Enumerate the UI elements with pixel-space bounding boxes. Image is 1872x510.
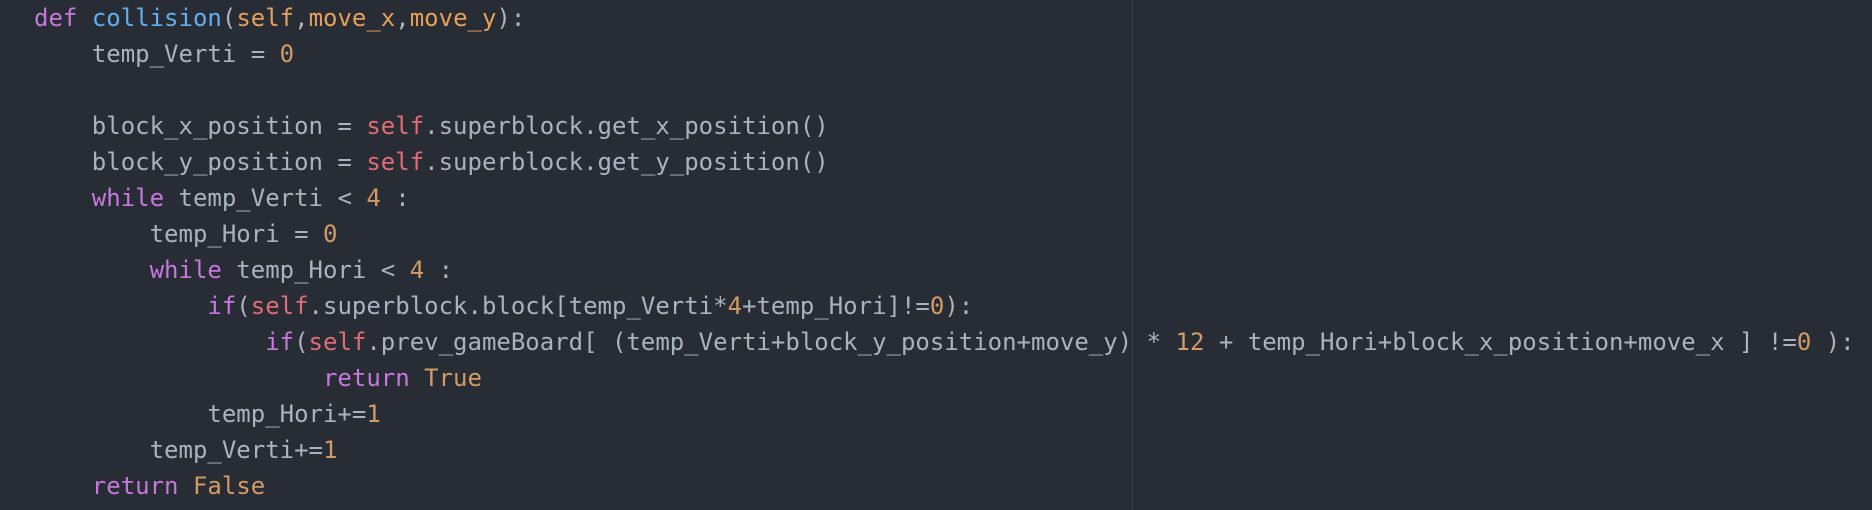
code-line[interactable]: block_y_position = self.superblock.get_y… bbox=[34, 144, 1855, 180]
code-token: move_y bbox=[409, 4, 497, 32]
code-token: temp_Hori < bbox=[221, 256, 410, 284]
code-token: if bbox=[265, 328, 295, 356]
code-token: ): bbox=[944, 292, 974, 320]
code-token: self bbox=[250, 292, 309, 320]
code-token: self bbox=[308, 328, 367, 356]
code-token: False bbox=[192, 472, 266, 500]
code-token: 0 bbox=[1796, 328, 1812, 356]
code-token: temp_Verti < bbox=[164, 184, 367, 212]
code-token: .superblock.get_y_position() bbox=[424, 148, 829, 176]
code-token: collision bbox=[91, 4, 222, 32]
code-area[interactable]: def collision(self,move_x,move_y): temp_… bbox=[34, 0, 1855, 504]
code-line[interactable]: return False bbox=[34, 468, 1855, 504]
code-line[interactable]: while temp_Hori < 4 : bbox=[34, 252, 1855, 288]
code-token: ): bbox=[496, 4, 526, 32]
code-token: , bbox=[395, 4, 410, 32]
code-token: +temp_Hori]!= bbox=[742, 292, 930, 320]
code-token: 4 bbox=[409, 256, 425, 284]
code-line[interactable]: temp_Hori = 0 bbox=[34, 216, 1855, 252]
code-token: : bbox=[424, 256, 454, 284]
code-line[interactable] bbox=[34, 72, 1855, 108]
code-token: : bbox=[380, 184, 410, 212]
code-line[interactable]: if(self.prev_gameBoard[ (temp_Verti+bloc… bbox=[34, 324, 1855, 360]
code-token: block_x_position = bbox=[34, 112, 367, 140]
code-token: .superblock.get_x_position() bbox=[424, 112, 829, 140]
code-token: True bbox=[424, 364, 482, 392]
code-token: ( bbox=[236, 292, 251, 320]
code-token: 1 bbox=[322, 436, 338, 464]
code-line[interactable]: while temp_Verti < 4 : bbox=[34, 180, 1855, 216]
code-token: , bbox=[294, 4, 309, 32]
code-token: 4 bbox=[727, 292, 743, 320]
code-line[interactable]: temp_Hori+=1 bbox=[34, 396, 1855, 432]
code-line[interactable]: if(self.superblock.block[temp_Verti*4+te… bbox=[34, 288, 1855, 324]
code-token: 1 bbox=[366, 400, 381, 428]
code-token: 0 bbox=[929, 292, 945, 320]
code-token: while bbox=[91, 184, 165, 212]
code-editor[interactable]: def collision(self,move_x,move_y): temp_… bbox=[0, 0, 1872, 510]
code-token: temp_Verti+= bbox=[34, 436, 323, 464]
code-token: return bbox=[91, 472, 179, 500]
code-token: 12 bbox=[1175, 328, 1205, 356]
code-line[interactable]: block_x_position = self.superblock.get_x… bbox=[34, 108, 1855, 144]
code-token: temp_Hori = bbox=[34, 220, 323, 248]
code-token: ( bbox=[294, 328, 309, 356]
code-token: if bbox=[207, 292, 237, 320]
code-line[interactable]: temp_Verti = 0 bbox=[34, 36, 1855, 72]
code-token: temp_Hori+= bbox=[34, 400, 367, 428]
code-token: block_y_position = bbox=[34, 148, 367, 176]
code-token: return bbox=[322, 364, 410, 392]
code-token: self bbox=[236, 4, 295, 32]
code-token: temp_Verti = bbox=[34, 40, 280, 68]
code-token: while bbox=[149, 256, 222, 284]
code-line[interactable]: return True bbox=[34, 360, 1855, 396]
code-token: self bbox=[366, 112, 425, 140]
code-token: def bbox=[34, 4, 78, 32]
code-line[interactable]: def collision(self,move_x,move_y): bbox=[34, 0, 1855, 36]
code-token: ): bbox=[1811, 328, 1855, 356]
code-line[interactable]: temp_Verti+=1 bbox=[34, 432, 1855, 468]
code-token: 0 bbox=[279, 40, 295, 68]
code-token: 4 bbox=[366, 184, 381, 212]
code-token: .superblock.block[temp_Verti* bbox=[308, 292, 728, 320]
code-token: .prev_gameBoard[ (temp_Verti+block_y_pos… bbox=[366, 328, 1176, 356]
code-token: 0 bbox=[322, 220, 338, 248]
code-token: self bbox=[366, 148, 425, 176]
code-token: ( bbox=[221, 4, 237, 32]
code-token: + temp_Hori+block_x_position+move_x ] != bbox=[1204, 328, 1797, 356]
code-token: move_x bbox=[308, 4, 396, 32]
